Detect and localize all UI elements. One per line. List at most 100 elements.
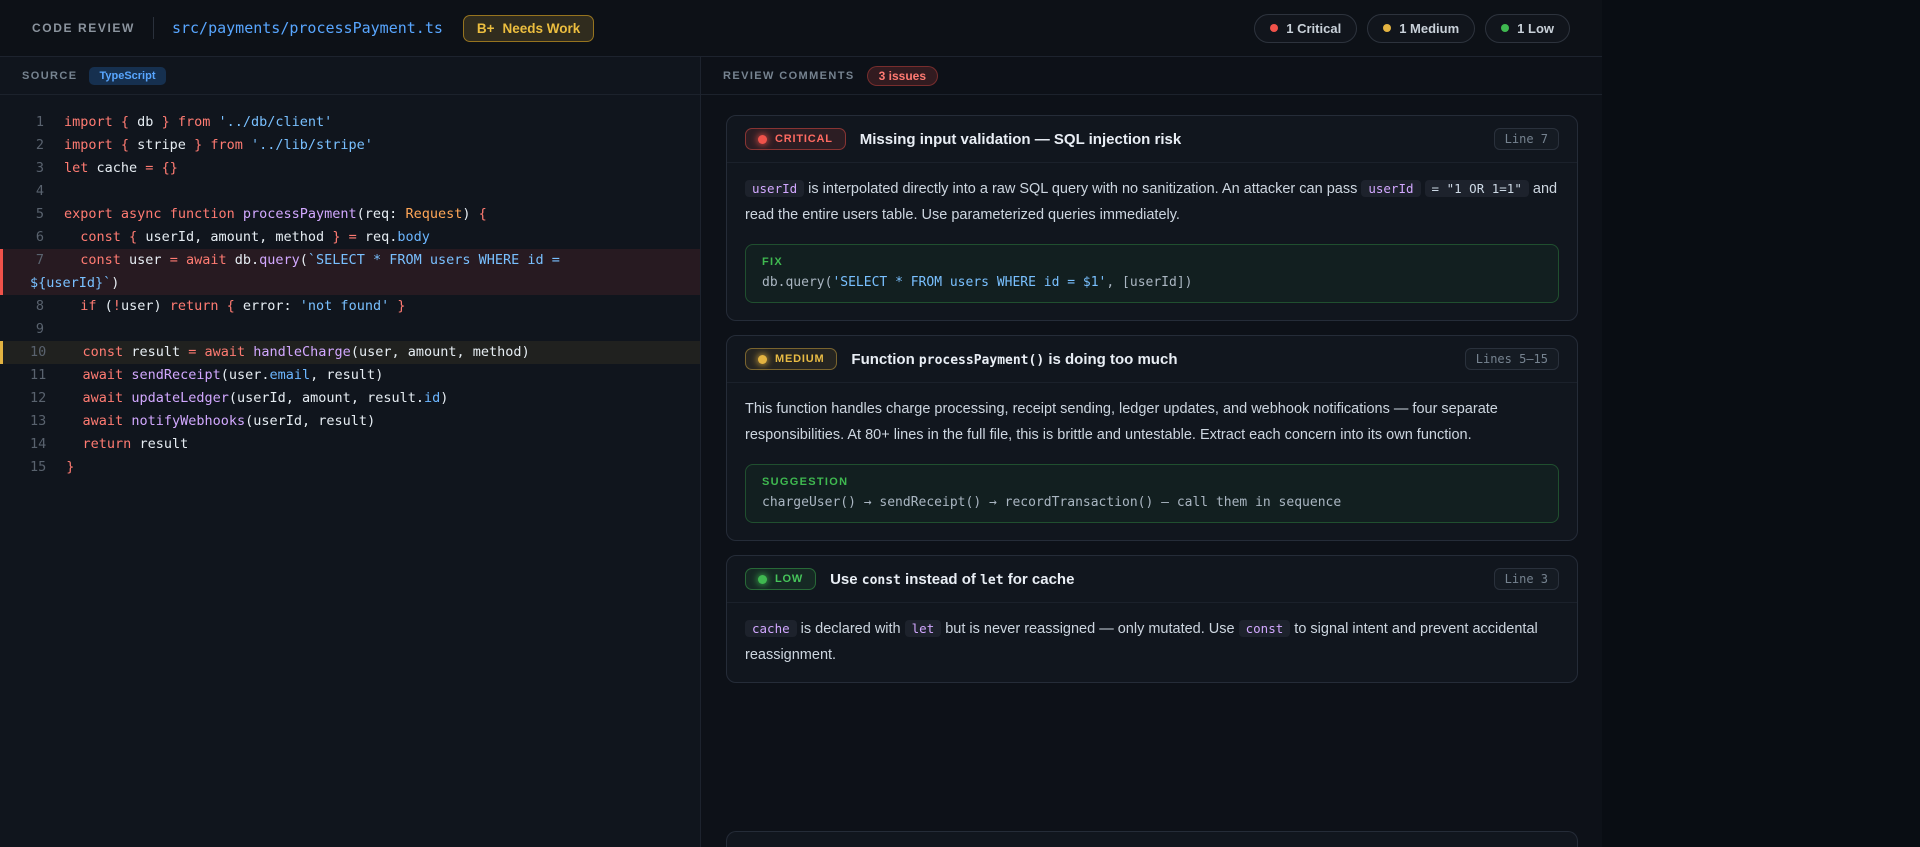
code-token xyxy=(66,436,82,452)
grade-label: Needs Work xyxy=(503,21,581,36)
code-token: ( xyxy=(221,367,229,383)
code-token: { xyxy=(479,206,487,222)
issue-title-segment: Missing input validation — SQL injection… xyxy=(860,131,1181,148)
fix-code-segment: chargeUser() → sendReceipt() → recordTra… xyxy=(762,495,1341,510)
issue-card-header[interactable]: MEDIUM Function processPayment() is doing… xyxy=(727,336,1577,383)
code-token: {} xyxy=(162,160,178,176)
issue-card-header[interactable]: CRITICAL Missing input validation — SQL i… xyxy=(727,116,1577,163)
issues-count-badge: 3 issues xyxy=(867,66,938,86)
code-token: await xyxy=(83,367,132,383)
fix-code-segment: db.query( xyxy=(762,275,832,290)
issue-description: cache is declared with let but is never … xyxy=(727,603,1577,682)
fix-box: FIXdb.query('SELECT * FROM users WHERE i… xyxy=(745,244,1559,303)
code-token: userId xyxy=(253,413,302,429)
code-token xyxy=(66,367,82,383)
issue-title: Function processPayment() is doing too m… xyxy=(851,351,1177,368)
file-path: src/payments/processPayment.ts xyxy=(172,19,443,37)
code-token: user xyxy=(359,344,392,360)
code-token: result xyxy=(139,436,188,452)
code-token: error xyxy=(243,298,284,314)
line-number: 1 xyxy=(30,111,44,134)
code-token: import xyxy=(64,137,121,153)
line-number: 15 xyxy=(30,456,46,479)
issue-description: userId is interpolated directly into a r… xyxy=(727,163,1577,242)
code-token: { xyxy=(121,137,137,153)
description-text: but is never reassigned — only mutated. … xyxy=(941,621,1238,637)
code-line-10[interactable]: 10 const result = await handleCharge(use… xyxy=(0,341,700,364)
issue-title: Use const instead of let for cache xyxy=(830,571,1074,588)
source-panel-label: SOURCE xyxy=(22,70,77,82)
count-pill-critical[interactable]: 1 Critical xyxy=(1254,14,1357,43)
code-token: , xyxy=(391,344,407,360)
code-line-7[interactable]: 7 const user = await db.query(`SELECT * … xyxy=(0,249,700,295)
code-token: , xyxy=(351,390,367,406)
code-token: , xyxy=(286,390,302,406)
description-text: This function handles charge processing,… xyxy=(745,401,1498,443)
issue-title-segment: let xyxy=(980,573,1003,588)
source-panel: SOURCE TypeScript 1import { db } from '.… xyxy=(0,57,701,847)
code-token: ) xyxy=(440,390,448,406)
line-number: 4 xyxy=(30,180,44,203)
inline-code-chip: userId xyxy=(745,180,804,197)
code-token: query xyxy=(259,252,300,268)
code-token: db xyxy=(137,114,153,130)
code-token xyxy=(64,252,80,268)
code-token: let xyxy=(64,160,97,176)
description-text: is interpolated directly into a raw SQL … xyxy=(804,181,1361,197)
code-token: amount xyxy=(408,344,457,360)
grade-badge: B+ Needs Work xyxy=(463,15,594,42)
issue-title-segment: is doing too much xyxy=(1044,351,1177,368)
code-token: await xyxy=(83,390,132,406)
code-review-app: CODE REVIEW src/payments/processPayment.… xyxy=(0,0,1602,847)
count-pill-medium[interactable]: 1 Medium xyxy=(1367,14,1475,43)
header-divider xyxy=(153,17,154,39)
count-pill-label: 1 Medium xyxy=(1399,21,1459,36)
code-token: const xyxy=(80,252,129,268)
code-editor: 1import { db } from '../db/client'2impor… xyxy=(0,95,700,479)
severity-badge-label: LOW xyxy=(775,573,803,585)
review-panel: REVIEW COMMENTS 3 issues CRITICAL Missing… xyxy=(701,57,1602,847)
code-token: import xyxy=(64,114,121,130)
review-panel-label: REVIEW COMMENTS xyxy=(723,70,855,82)
issue-card-partial xyxy=(726,831,1578,847)
code-line-15: 15} xyxy=(0,456,700,479)
code-token: { xyxy=(227,298,243,314)
code-token xyxy=(66,390,82,406)
issue-title-segment: const xyxy=(862,573,901,588)
issue-card-medium: MEDIUM Function processPayment() is doing… xyxy=(726,335,1578,541)
line-number: 11 xyxy=(30,364,46,387)
description-text: is declared with xyxy=(797,621,905,637)
code-token: export xyxy=(64,206,121,222)
line-number: 10 xyxy=(30,341,46,364)
medium-dot-icon xyxy=(1383,24,1391,32)
code-token: from xyxy=(178,114,219,130)
code-token: from xyxy=(210,137,251,153)
code-token: email xyxy=(270,367,311,383)
code-token: handleCharge xyxy=(253,344,351,360)
line-reference[interactable]: Line 3 xyxy=(1494,568,1559,590)
code-line-5: 5export async function processPayment(re… xyxy=(0,203,700,226)
panels-row: SOURCE TypeScript 1import { db } from '.… xyxy=(0,57,1602,847)
code-token: 'not found' xyxy=(300,298,389,314)
code-token: ( xyxy=(105,298,113,314)
code-token: '../db/client' xyxy=(218,114,332,130)
count-pill-low[interactable]: 1 Low xyxy=(1485,14,1570,43)
app-title: CODE REVIEW xyxy=(32,21,135,35)
code-token: userId xyxy=(145,229,194,245)
line-reference[interactable]: Lines 5–15 xyxy=(1465,348,1559,370)
code-token: req xyxy=(365,229,389,245)
severity-badge-label: MEDIUM xyxy=(775,353,824,365)
severity-badge-critical: CRITICAL xyxy=(745,128,846,150)
issue-title-segment: instead of xyxy=(901,571,980,588)
low-dot-icon xyxy=(758,575,767,584)
code-line-6: 6 const { userId, amount, method } = req… xyxy=(0,226,700,249)
issue-card-header[interactable]: LOW Use const instead of let for cache Lin… xyxy=(727,556,1577,603)
code-line-13: 13 await notifyWebhooks(userId, result) xyxy=(0,410,700,433)
code-token: = xyxy=(188,344,204,360)
code-token: if xyxy=(80,298,104,314)
line-reference[interactable]: Line 7 xyxy=(1494,128,1559,150)
issue-title: Missing input validation — SQL injection… xyxy=(860,131,1181,148)
code-token: = xyxy=(145,160,161,176)
code-token: `SELECT * FROM users WHERE id = xyxy=(308,252,560,268)
issue-card-low: LOW Use const instead of let for cache Lin… xyxy=(726,555,1578,683)
